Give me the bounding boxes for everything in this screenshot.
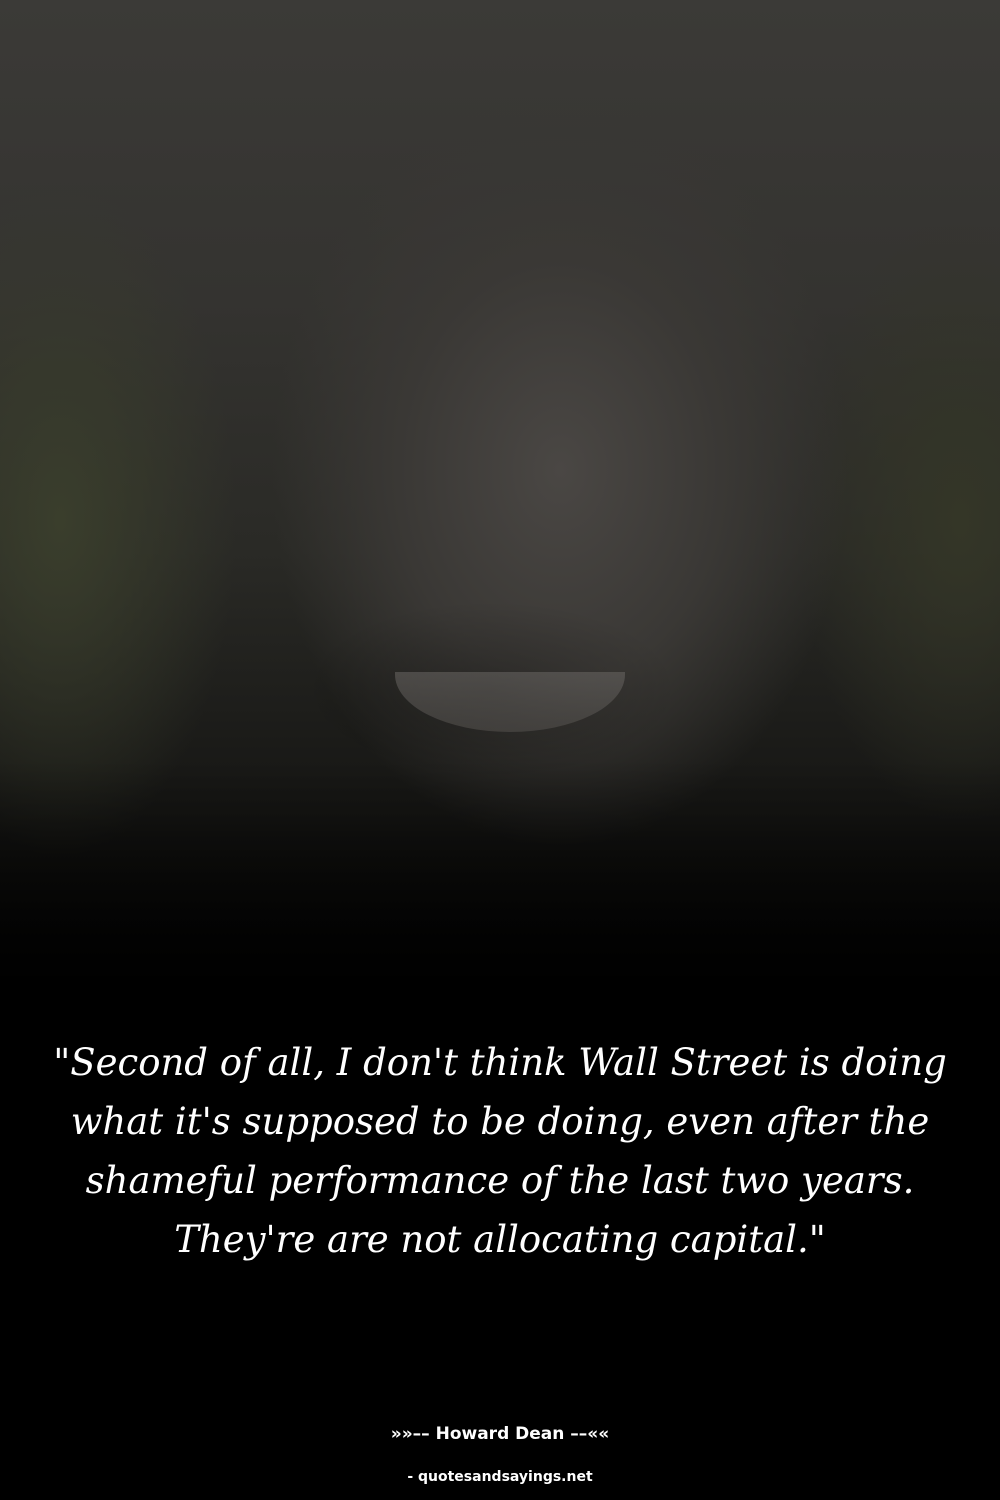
- quote-card: "Second of all, I don't think Wall Stree…: [0, 0, 1000, 1500]
- author-line: »»–– Howard Dean ––««: [390, 1424, 610, 1444]
- quote-text: "Second of all, I don't think Wall Stree…: [53, 1041, 947, 1261]
- source-credit: - quotesandsayings.net: [407, 1469, 593, 1485]
- background-fade: [0, 760, 1000, 1020]
